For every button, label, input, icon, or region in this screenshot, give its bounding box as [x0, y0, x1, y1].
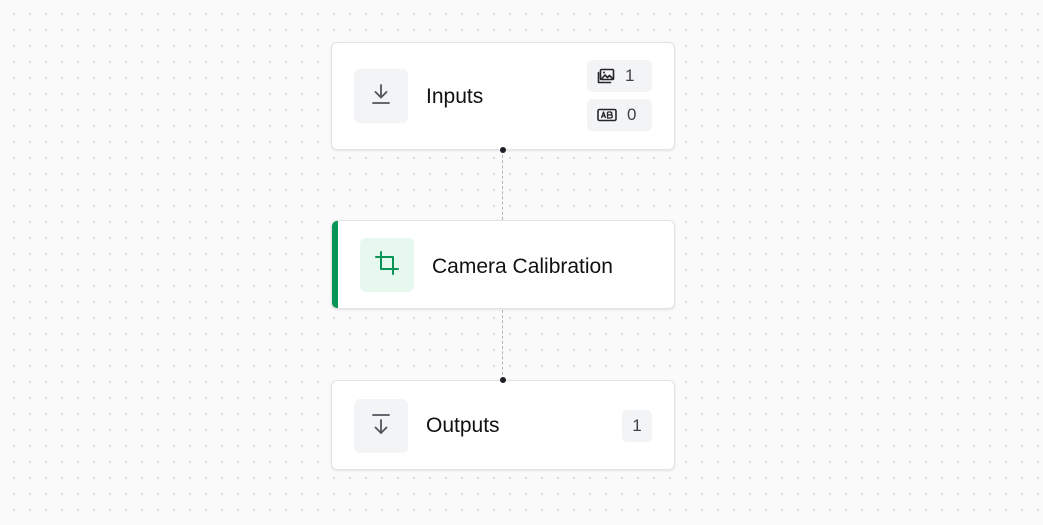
image-inputs-count: 1	[625, 66, 635, 85]
text-field-icon	[597, 108, 627, 122]
workflow-canvas[interactable]: Inputs 1 0 Camera Calibration Outputs 1	[0, 0, 1043, 525]
inputs-node-label: Inputs	[426, 85, 484, 108]
outputs-node-label: Outputs	[426, 414, 500, 437]
output-arrow-icon	[370, 412, 392, 441]
text-inputs-badge: 0	[587, 99, 652, 131]
inputs-output-port[interactable]	[500, 147, 506, 153]
outputs-count-badge: 1	[622, 410, 652, 442]
step-icon-box	[360, 238, 414, 292]
outputs-node[interactable]: Outputs 1	[331, 380, 675, 470]
inputs-node[interactable]: Inputs 1 0	[331, 42, 675, 150]
text-inputs-count: 0	[627, 105, 637, 124]
camera-calibration-node[interactable]: Camera Calibration	[331, 220, 675, 309]
connector-inputs-to-step	[502, 150, 503, 220]
image-inputs-badge: 1	[587, 60, 652, 92]
step-accent-bar	[332, 221, 338, 308]
image-icon	[597, 68, 625, 84]
outputs-input-port[interactable]	[500, 377, 506, 383]
connector-step-to-outputs	[502, 310, 503, 380]
inputs-icon-box	[354, 69, 408, 123]
outputs-icon-box	[354, 399, 408, 453]
step-node-label: Camera Calibration	[432, 255, 613, 278]
download-icon	[370, 82, 392, 111]
outputs-count: 1	[632, 416, 642, 435]
crop-icon	[374, 250, 400, 281]
